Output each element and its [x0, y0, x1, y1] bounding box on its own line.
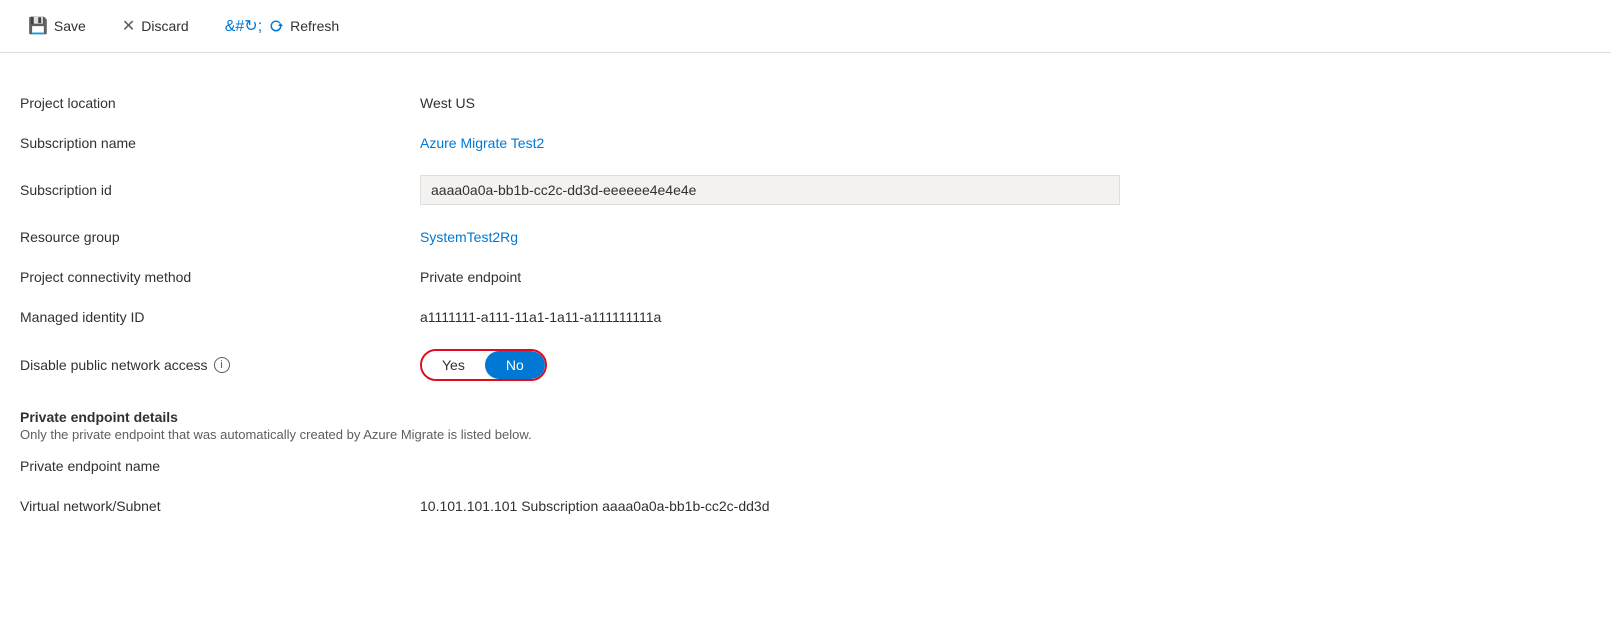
project-location-label: Project location — [20, 83, 420, 123]
project-connectivity-label: Project connectivity method — [20, 257, 420, 297]
disable-public-value: Yes No — [420, 337, 1591, 393]
refresh-icon: &#↻; — [225, 16, 262, 36]
subscription-name-value[interactable]: Azure Migrate Test2 — [420, 123, 1591, 163]
project-location-value: West US — [420, 83, 1591, 123]
virtual-network-label: Virtual network/Subnet — [20, 486, 420, 526]
save-icon: 💾 — [28, 16, 48, 36]
refresh-svg-icon — [268, 18, 284, 34]
discard-label: Discard — [141, 18, 188, 34]
discard-button[interactable]: ✕ Discard — [114, 10, 197, 42]
subscription-id-box: aaaa0a0a-bb1b-cc2c-dd3d-eeeeee4e4e4e — [420, 175, 1120, 205]
save-label: Save — [54, 18, 86, 34]
private-endpoint-subtitle: Only the private endpoint that was autom… — [20, 427, 1591, 442]
discard-icon: ✕ — [122, 16, 135, 36]
toolbar: 💾 Save ✕ Discard &#↻; Refresh — [0, 0, 1611, 53]
main-content: Project location West US Subscription na… — [0, 53, 1611, 546]
toggle-yes-button[interactable]: Yes — [422, 351, 485, 379]
project-connectivity-value: Private endpoint — [420, 257, 1591, 297]
toggle-no-button[interactable]: No — [485, 351, 545, 379]
subscription-id-value: aaaa0a0a-bb1b-cc2c-dd3d-eeeeee4e4e4e — [420, 163, 1591, 217]
resource-group-value[interactable]: SystemTest2Rg — [420, 217, 1591, 257]
subscription-name-label: Subscription name — [20, 123, 420, 163]
virtual-network-value: 10.101.101.101 Subscription aaaa0a0a-bb1… — [420, 486, 1591, 526]
info-icon[interactable]: i — [214, 357, 230, 373]
refresh-label: Refresh — [290, 18, 339, 34]
toggle-container: Yes No — [420, 349, 547, 381]
refresh-button[interactable]: &#↻; Refresh — [217, 10, 347, 42]
save-button[interactable]: 💾 Save — [20, 10, 94, 42]
subscription-id-label: Subscription id — [20, 163, 420, 217]
private-endpoint-section-header: Private endpoint details Only the privat… — [20, 393, 1591, 446]
endpoint-name-value — [420, 446, 1591, 486]
resource-group-label: Resource group — [20, 217, 420, 257]
endpoint-name-label: Private endpoint name — [20, 446, 420, 486]
properties-grid: Project location West US Subscription na… — [20, 83, 1591, 526]
managed-identity-label: Managed identity ID — [20, 297, 420, 337]
private-endpoint-title: Private endpoint details — [20, 409, 1591, 425]
managed-identity-value: a1111111-a111-11a1-1a11-a111111111a — [420, 297, 1591, 337]
disable-public-label: Disable public network access i — [20, 337, 420, 393]
